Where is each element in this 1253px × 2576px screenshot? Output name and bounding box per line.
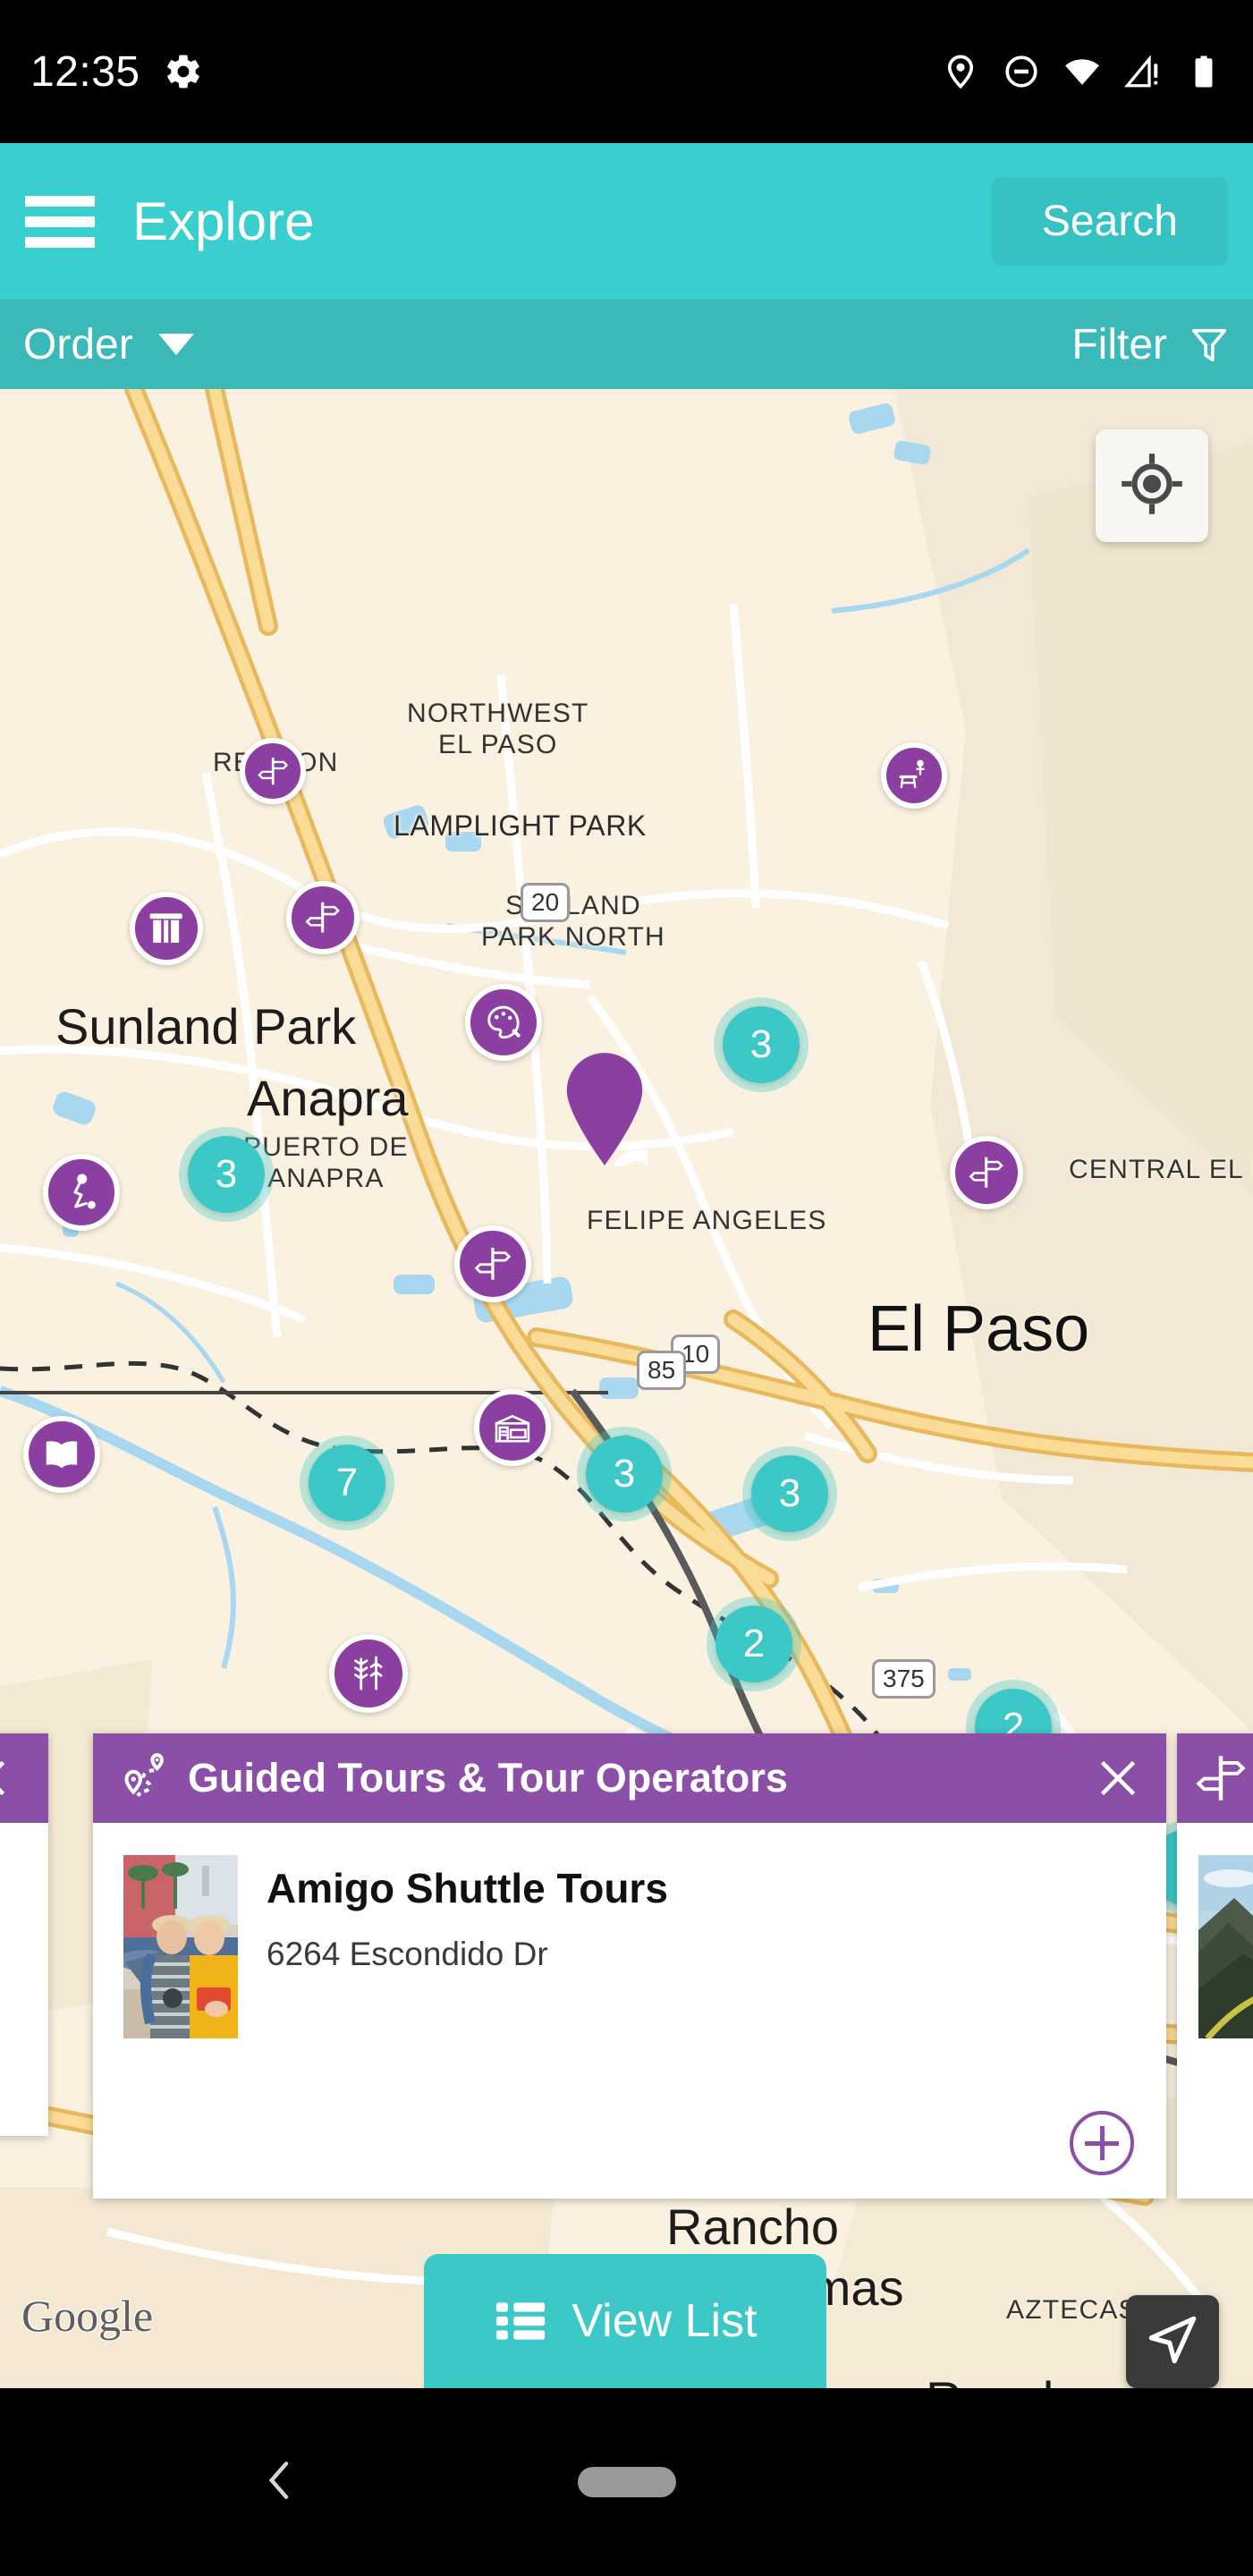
tour-route-icon [114,1750,170,1806]
map-marker-nature-plant-icon[interactable] [329,1634,408,1713]
close-icon[interactable] [1091,1751,1145,1805]
card-body: Amigo Shuttle Tours 6264 Escondido Dr [93,1823,1166,2199]
status-time: 12:35 [30,47,140,96]
poi-thumbnail[interactable] [1198,1855,1253,2038]
page-title: Explore [132,191,315,251]
location-pin-icon [942,53,979,90]
app-bar: Explore Search [0,143,1253,300]
wifi-icon [1063,53,1101,90]
poi-address: 6264 Escondido Dr [267,1936,548,1972]
map-marker-art-palette-icon[interactable] [465,984,542,1061]
highway-shield-375: 375 [872,1659,936,1699]
cellular-warning-icon [1123,53,1162,90]
poi-card-next[interactable] [1177,1733,1253,2199]
map-cluster-3[interactable]: 3 [751,1455,828,1532]
status-bar: 12:35 [0,0,1253,143]
map-marker-golf-icon[interactable] [43,1154,120,1231]
map-marker-mall-icon[interactable] [474,1389,551,1466]
navigate-button[interactable] [1126,2295,1219,2388]
map-cluster-7[interactable]: 7 [309,1445,385,1521]
gear-icon [164,52,203,91]
card-body: ers [0,1823,48,2136]
crosshair-icon [1117,449,1187,523]
map-marker-theater-curtain-icon[interactable] [130,892,203,965]
funnel-icon [1189,324,1230,365]
map-cluster-3[interactable]: 3 [723,1006,800,1083]
view-list-button[interactable]: View List [424,2254,826,2388]
signpost-icon [1193,1750,1249,1806]
google-attribution: Google [21,2291,154,2341]
filter-label: Filter [1071,320,1167,369]
do-not-disturb-icon [1003,53,1040,90]
filter-button[interactable]: Filter [1071,320,1230,369]
poi-thumbnail[interactable] [123,1855,238,2038]
list-icon [493,2293,548,2349]
order-dropdown[interactable]: Order [23,320,194,369]
map-marker-signpost-icon[interactable] [950,1136,1023,1209]
close-icon[interactable] [0,1751,14,1805]
map-cluster-3[interactable]: 3 [188,1136,265,1213]
poi-card-active[interactable]: Guided Tours & Tour Operators Amigo Shut… [93,1733,1166,2199]
order-filter-bar: Order Filter [0,300,1253,389]
poi-card-carousel[interactable]: ers Guided Tours & Tour Operators [0,1733,1253,2199]
system-nav-bar [0,2388,1253,2576]
map-marker-signpost-icon[interactable] [286,881,360,954]
map-marker-picnic-table-icon[interactable] [881,742,947,809]
my-location-button[interactable] [1096,429,1208,542]
card-header [0,1733,48,1823]
poi-text-block: Amigo Shuttle Tours 6264 Escondido Dr [267,1855,668,2199]
card-title: Guided Tours & Tour Operators [188,1755,788,1801]
map-marker-signpost-icon[interactable] [454,1225,531,1302]
hamburger-icon[interactable] [25,195,95,248]
chevron-down-icon [157,334,194,355]
app-root: 12:35 Explore Search Order Filter NORTHW… [0,0,1253,2576]
map-cluster-2[interactable]: 2 [715,1606,792,1682]
battery-icon [1185,53,1223,90]
map-cluster-3[interactable]: 3 [586,1436,663,1513]
view-list-label: View List [571,2295,758,2347]
poi-name: Amigo Shuttle Tours [267,1865,668,1911]
home-pill-icon[interactable] [577,2467,676,2497]
highway-shield-20: 20 [521,883,571,922]
map-marker-book-icon[interactable] [23,1416,100,1493]
navigation-arrow-icon [1143,2310,1202,2374]
highway-shield-85: 85 [637,1351,687,1390]
status-icons [942,53,1223,90]
map-marker-signpost-icon[interactable] [240,738,306,804]
card-header: Guided Tours & Tour Operators [93,1733,1166,1823]
order-label: Order [23,320,133,369]
poi-card-previous[interactable]: ers [0,1733,48,2136]
search-button[interactable]: Search [991,177,1228,266]
map-marker-tour-route-pin[interactable] [562,1053,731,1234]
card-header [1177,1733,1253,1823]
add-button[interactable] [1070,2111,1134,2175]
card-body [1177,1823,1253,2199]
back-chevron-icon[interactable] [255,2455,305,2510]
